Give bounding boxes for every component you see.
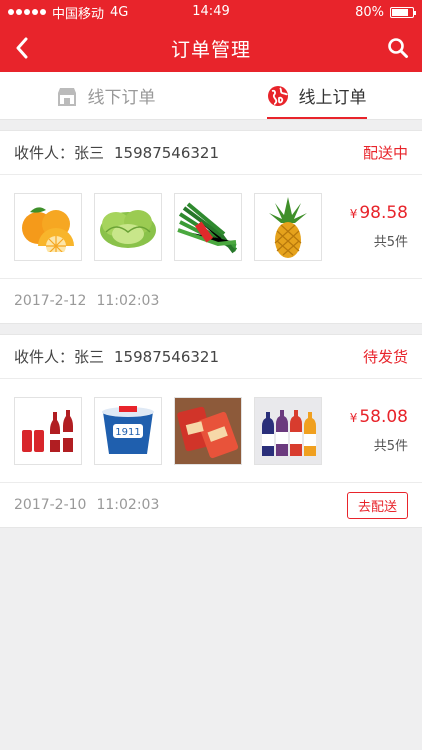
tab-label: 线上订单 [298,88,367,108]
carrier: 中国移动 [52,6,105,22]
order-tabs: 线下订单 线上订单 [0,72,422,120]
product-thumb-juice[interactable] [254,396,322,465]
order-status: 配送中 [362,144,408,162]
order-summary: ¥98.58 共5件 [338,203,408,250]
lettuce-image [100,209,156,248]
tab-online-orders[interactable]: 线上订单 [211,72,422,119]
search-button[interactable] [386,36,410,60]
search-icon [388,38,408,58]
page-title: 订单管理 [170,38,251,61]
globe-icon [267,85,288,106]
product-thumb-snacks[interactable] [174,396,242,465]
recipient-phone: 15987546321 [114,144,219,162]
recipient: 收件人：张三 15987546321 [14,346,219,367]
order-header: 收件人：张三 15987546321 配送中 [0,131,422,175]
recipient-label: 收件人：张三 [14,144,105,162]
product-thumb-cola[interactable] [14,396,82,465]
order-price: ¥98.58 [349,203,408,223]
chives-image [177,201,238,253]
order-items: 1911 ¥ 58.08 共5件 [0,379,422,483]
signal-icon [8,9,46,15]
network: 4G [110,4,129,20]
snack-bags-image [177,406,239,458]
order-card[interactable]: 收件人：张三 15987546321 待发货 1911 ¥ 58.08 共5件 … [0,334,422,528]
item-count: 共5件 [373,235,408,250]
product-thumb-chives[interactable] [174,192,242,261]
svg-text:1911: 1911 [115,427,140,438]
order-footer: 2017-2-10 11:02:03 去配送 [0,483,422,527]
orange-image [22,206,74,252]
battery-icon [390,6,416,18]
nav-bar: 订单管理 [0,24,422,72]
product-thumb-orange[interactable] [14,192,82,261]
order-status: 待发货 [362,348,408,366]
back-button[interactable] [10,36,34,60]
order-datetime: 2017-2-12 11:02:03 [14,293,160,309]
store-icon [57,87,76,106]
product-thumb-yogurt[interactable]: 1911 [94,396,162,465]
order-summary: ¥58.08 共5件 [338,407,408,454]
recipient-label: 收件人：张三 [14,348,105,366]
recipient-phone: 15987546321 [114,348,219,366]
product-thumb-pineapple[interactable] [254,192,322,261]
yogurt-cup-image: 1911 [102,405,154,454]
tab-label: 线下订单 [87,88,156,108]
chevron-left-icon [16,37,28,59]
battery-percent: 80% [355,4,384,20]
order-card[interactable]: 收件人：张三 15987546321 配送中 ¥ 98.58 共5件 2017-… [0,130,422,324]
tab-offline-orders[interactable]: 线下订单 [0,72,211,119]
product-thumb-lettuce[interactable] [94,192,162,261]
status-bar: 中国移动 4G 14:49 80% [0,0,422,24]
order-footer: 2017-2-12 11:02:03 [0,279,422,323]
juice-bottles-image [262,409,316,456]
cola-bottles-image [22,409,73,452]
order-items: ¥98.58 共5件 [0,175,422,279]
recipient: 收件人：张三 15987546321 [14,142,219,163]
pineapple-image [269,196,307,258]
deliver-button[interactable]: 去配送 [346,491,408,519]
order-header: 收件人：张三 15987546321 待发货 [0,335,422,379]
item-count: 共5件 [373,439,408,454]
order-price: ¥58.08 [349,407,408,427]
order-datetime: 2017-2-10 11:02:03 [14,497,160,513]
header: 中国移动 4G 14:49 80% 订单管理 [0,0,422,72]
